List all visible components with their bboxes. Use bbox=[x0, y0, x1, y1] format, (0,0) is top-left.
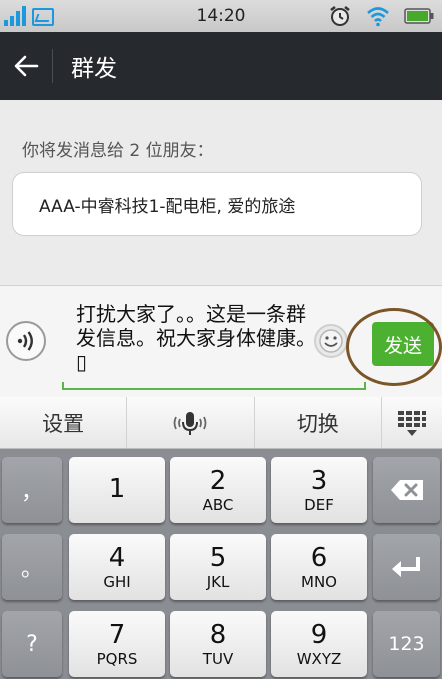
keyboard-settings-button[interactable]: 设置 bbox=[0, 397, 128, 448]
status-right bbox=[328, 4, 434, 28]
key-8-letters: TUV bbox=[202, 650, 234, 668]
key-2-letters: ABC bbox=[202, 496, 234, 514]
key-6-letters: MNO bbox=[301, 573, 337, 591]
comma-key-label: ， bbox=[20, 480, 43, 505]
keyboard-menu-button[interactable] bbox=[382, 397, 442, 448]
key-5-letters: JKL bbox=[206, 573, 230, 591]
voice-wave-icon bbox=[17, 331, 33, 351]
key-1[interactable]: 1 bbox=[69, 457, 165, 523]
microphone-icon bbox=[174, 411, 207, 435]
send-button[interactable]: 发送 bbox=[372, 322, 434, 366]
key-6-number: 6 bbox=[310, 543, 328, 573]
back-arrow-icon bbox=[14, 55, 39, 77]
key-4[interactable]: 4 GHI bbox=[69, 534, 165, 600]
key-9[interactable]: 9 WXYZ bbox=[271, 611, 367, 677]
screen: 14:20 群发 你将发消息给 2 位朋友： AAA-中睿科技1-配电柜, 爱的… bbox=[0, 0, 442, 679]
enter-icon bbox=[391, 557, 420, 577]
message-input[interactable]: 打扰大家了。。这是一条群发信息。祝大家身体健康。 ▯ bbox=[76, 302, 316, 374]
recipient-label: 你将发消息给 2 位朋友： bbox=[22, 141, 214, 161]
title-bar: 群发 bbox=[0, 32, 442, 100]
emoji-button[interactable] bbox=[314, 324, 348, 358]
key-8[interactable]: 8 TUV bbox=[170, 611, 266, 677]
key-7[interactable]: 7 PQRS bbox=[69, 611, 165, 677]
number-mode-key[interactable]: 123 bbox=[373, 611, 440, 677]
key-3-number: 3 bbox=[310, 466, 328, 496]
key-3-letters: DEF bbox=[304, 496, 334, 514]
message-input-underline bbox=[62, 382, 366, 390]
question-key-label: ? bbox=[26, 631, 38, 657]
keypad: ， 。 ? 1 2 ABC 3 DEF 4 GHI 5 JKL 6 MNO 7 … bbox=[0, 449, 442, 679]
recipient-list[interactable]: AAA-中睿科技1-配电柜, 爱的旅途 bbox=[12, 172, 422, 236]
period-key[interactable]: 。 bbox=[2, 534, 62, 600]
period-key-label: 。 bbox=[20, 557, 43, 582]
page-title: 群发 bbox=[71, 56, 117, 82]
key-1-number: 1 bbox=[108, 474, 126, 504]
key-6[interactable]: 6 MNO bbox=[271, 534, 367, 600]
key-7-number: 7 bbox=[108, 620, 126, 650]
recipient-names: AAA-中睿科技1-配电柜, 爱的旅途 bbox=[39, 196, 296, 217]
voice-input-button[interactable] bbox=[127, 397, 255, 448]
backspace-icon bbox=[390, 480, 423, 500]
alarm-icon bbox=[330, 6, 350, 26]
key-2-number: 2 bbox=[209, 466, 227, 496]
key-5[interactable]: 5 JKL bbox=[170, 534, 266, 600]
key-5-number: 5 bbox=[209, 543, 227, 573]
enter-key[interactable] bbox=[373, 534, 440, 600]
status-bar: 14:20 bbox=[0, 0, 442, 32]
key-4-letters: GHI bbox=[103, 573, 131, 591]
backspace-key[interactable] bbox=[373, 457, 440, 523]
question-key[interactable]: ? bbox=[2, 611, 62, 677]
key-2[interactable]: 2 ABC bbox=[170, 457, 266, 523]
smiley-icon bbox=[319, 329, 343, 353]
keyboard-toolbar: 设置 切换 bbox=[0, 397, 442, 449]
keyboard-grid-icon bbox=[397, 410, 426, 436]
key-9-letters: WXYZ bbox=[296, 650, 342, 668]
back-button[interactable] bbox=[0, 32, 52, 100]
comma-key[interactable]: ， bbox=[2, 457, 62, 523]
key-7-letters: PQRS bbox=[96, 650, 138, 668]
battery-icon bbox=[404, 8, 434, 24]
number-mode-key-label: 123 bbox=[388, 633, 425, 655]
key-8-number: 8 bbox=[209, 620, 227, 650]
compose-bar: 打扰大家了。。这是一条群发信息。祝大家身体健康。 ▯ 发送 bbox=[0, 285, 442, 397]
wifi-icon bbox=[367, 7, 389, 27]
key-4-number: 4 bbox=[108, 543, 126, 573]
title-divider bbox=[52, 49, 53, 83]
key-3[interactable]: 3 DEF bbox=[271, 457, 367, 523]
voice-mode-button[interactable] bbox=[6, 321, 46, 361]
switch-input-button[interactable]: 切换 bbox=[255, 397, 382, 448]
key-9-number: 9 bbox=[310, 620, 328, 650]
